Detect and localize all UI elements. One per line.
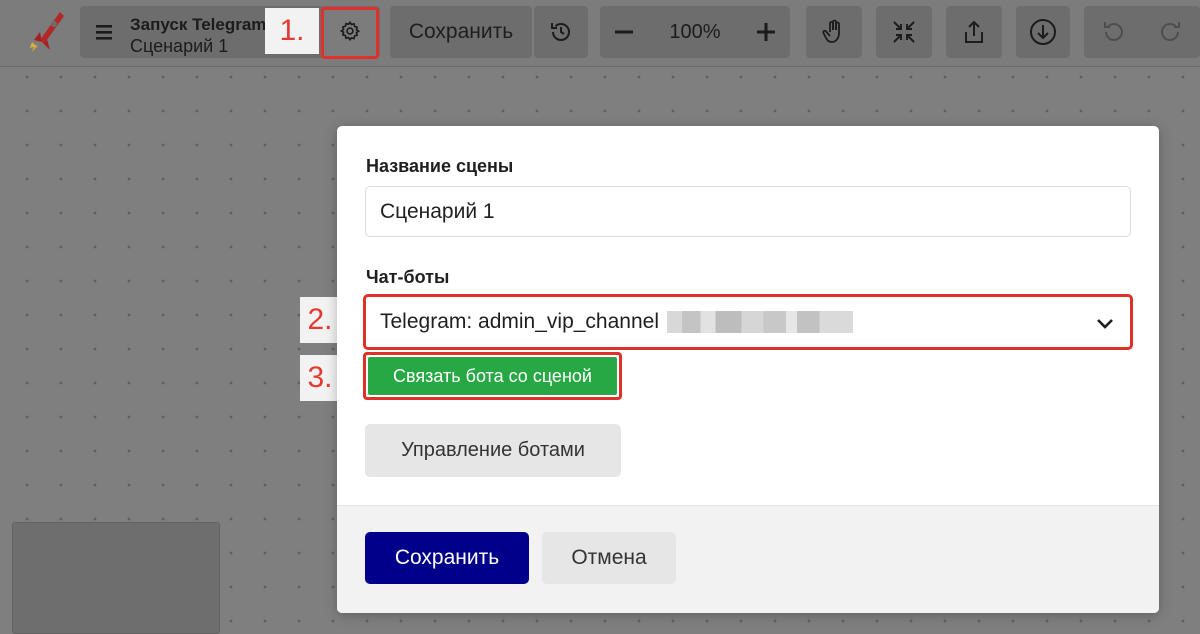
redacted-text (667, 311, 853, 333)
minus-icon[interactable] (614, 22, 634, 42)
scene-name-input[interactable] (365, 186, 1131, 237)
toolbar-save-button[interactable]: Сохранить (390, 6, 532, 58)
minimap[interactable] (12, 522, 220, 634)
gear-icon (339, 20, 361, 47)
chatbot-select[interactable]: Telegram: admin_vip_channel (363, 294, 1133, 350)
download-icon (1029, 18, 1057, 46)
link-bot-button-frame: Связать бота со сценой (363, 352, 622, 400)
rocket-logo-icon (24, 6, 68, 54)
link-bot-button[interactable]: Связать бота со сценой (368, 357, 617, 395)
history-icon (548, 19, 574, 45)
plus-icon[interactable] (756, 22, 776, 42)
selected-bot-value: Telegram: admin_vip_channel (380, 310, 659, 333)
annotation-step-2: 2. (300, 297, 340, 343)
menu-icon[interactable] (94, 21, 116, 48)
history-button[interactable] (534, 6, 588, 58)
annotation-step-3: 3. (300, 355, 340, 401)
chevron-down-icon (1096, 313, 1114, 337)
toolbar: Запуск Telegram-бота Сценарий 1 1. Сохра… (0, 0, 1200, 67)
fit-icon (891, 19, 917, 45)
save-button[interactable]: Сохранить (365, 532, 529, 584)
share-icon (962, 19, 986, 45)
scene-settings-button[interactable] (321, 7, 379, 59)
zoom-controls: 100% (600, 6, 790, 58)
manage-bots-button[interactable]: Управление ботами (365, 424, 621, 477)
redo-icon[interactable] (1158, 19, 1184, 45)
hand-icon (822, 19, 846, 45)
zoom-level: 100% (669, 20, 721, 43)
download-button[interactable] (1016, 6, 1070, 58)
cancel-button[interactable]: Отмена (542, 532, 676, 584)
undo-redo-group (1084, 6, 1200, 58)
scene-subtitle: Сценарий 1 (130, 36, 229, 56)
share-button[interactable] (946, 6, 1002, 58)
fit-view-button[interactable] (876, 6, 932, 58)
undo-icon[interactable] (1100, 19, 1126, 45)
chatbots-label: Чат-боты (366, 267, 450, 287)
pan-tool-button[interactable] (806, 6, 862, 58)
annotation-step-1: 1. (265, 8, 319, 54)
scene-name-label: Название сцены (366, 156, 514, 176)
scene-settings-modal: Название сцены Чат-боты Telegram: admin_… (337, 126, 1159, 613)
